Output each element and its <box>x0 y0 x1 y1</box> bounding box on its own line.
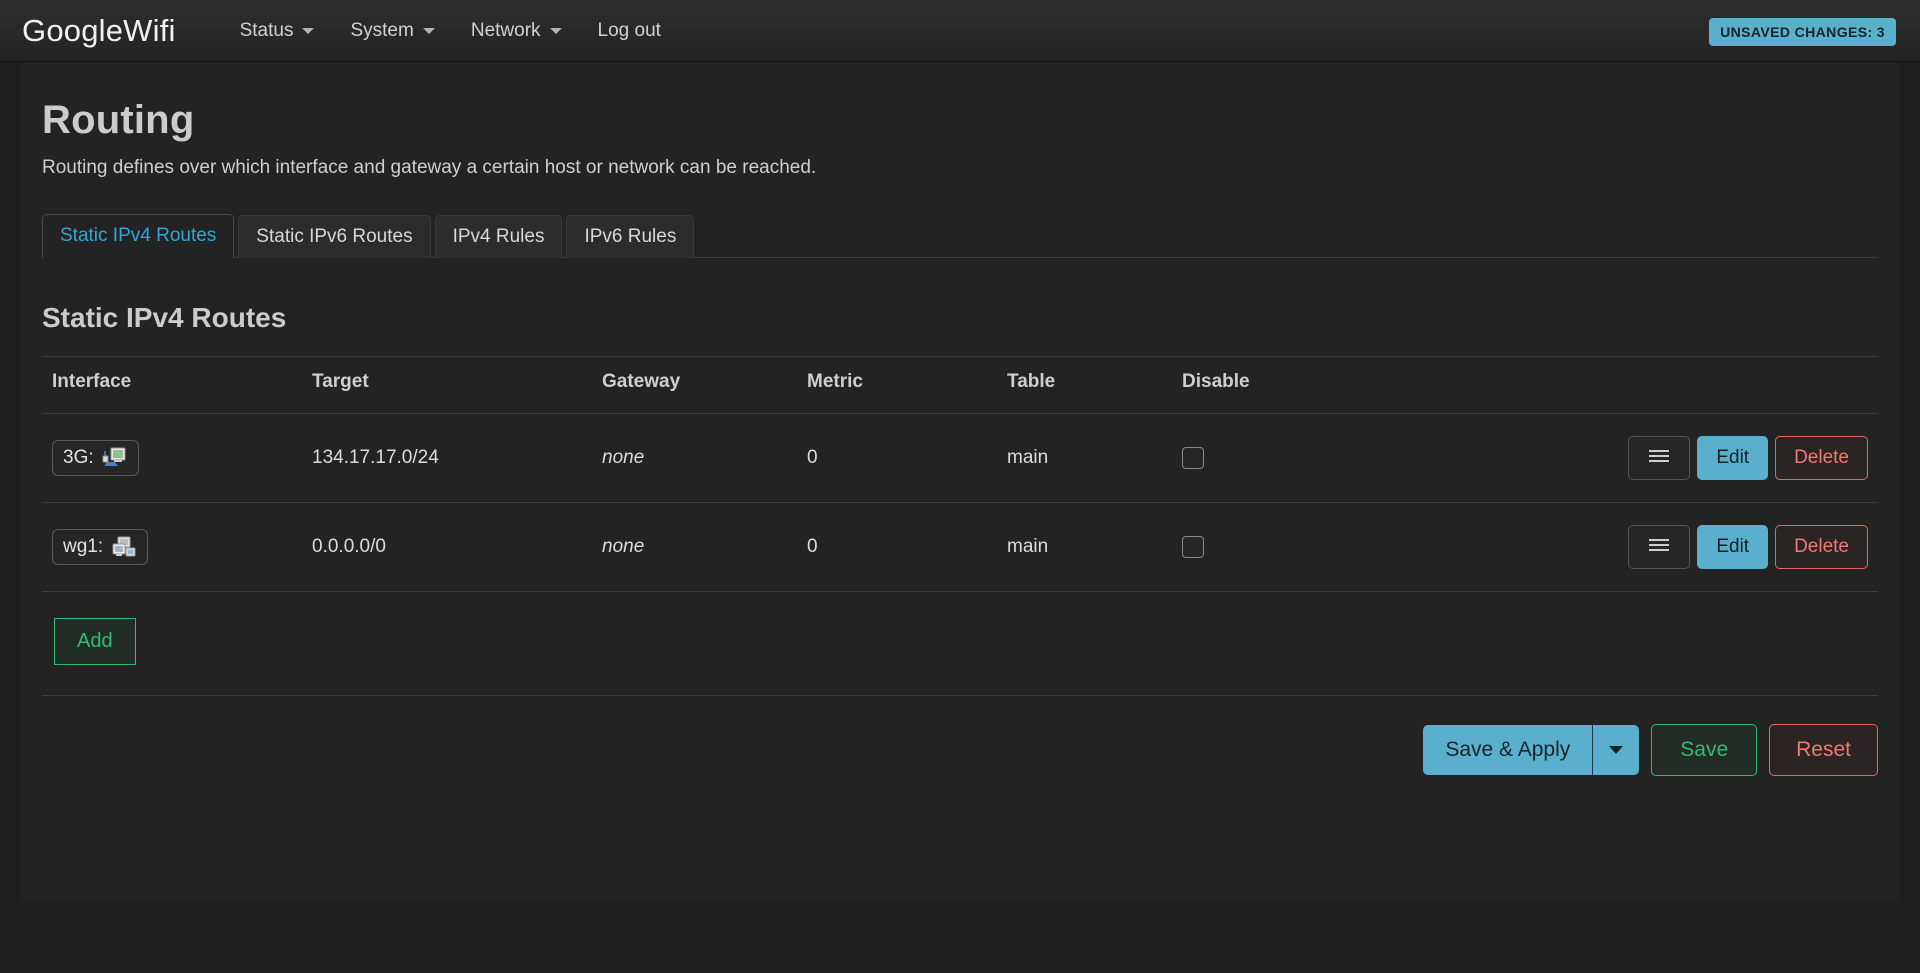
disable-checkbox[interactable] <box>1182 446 1204 469</box>
page-description: Routing defines over which interface and… <box>42 157 817 178</box>
table-row: 3G: 134.17.17.0/24 none 0 main Edit Dele… <box>42 413 1878 503</box>
nav-item-system-label: System <box>350 19 414 41</box>
nav-item-network[interactable]: Network <box>453 12 580 50</box>
cell-metric: 0 <box>797 413 997 503</box>
hamburger-icon <box>1649 538 1670 552</box>
nav-item-status-label: Status <box>239 19 294 41</box>
page-wrapper: Routing Routing defines over which inter… <box>0 62 1920 902</box>
table-row: wg1: 0.0.0.0/0 none 0 main Edit Delete <box>42 502 1878 592</box>
cell-gateway: none <box>592 502 797 592</box>
chevron-down-icon <box>422 27 435 34</box>
unsaved-changes-badge[interactable]: UNSAVED CHANGES: 3 <box>1709 18 1896 46</box>
cell-actions: Edit Delete <box>1412 413 1878 503</box>
interface-badge-label: 3G: <box>63 446 94 468</box>
disable-checkbox[interactable] <box>1182 535 1204 558</box>
row-actions: Edit Delete <box>1628 436 1868 480</box>
tunnel-interface-icon <box>111 536 137 558</box>
hamburger-icon <box>1649 450 1670 463</box>
nav-item-logout-label: Log out <box>597 19 661 41</box>
table-header-row: Interface Target Gateway Metric Table Di… <box>42 356 1878 414</box>
delete-button[interactable]: Delete <box>1775 524 1868 569</box>
row-actions: Edit Delete <box>1628 524 1868 569</box>
page-title: Routing <box>42 98 195 142</box>
save-and-apply-dropdown-button[interactable] <box>1593 724 1640 775</box>
cell-interface: 3G: <box>42 413 302 503</box>
interface-badge-label: wg1: <box>63 535 104 557</box>
cell-target: 0.0.0.0/0 <box>302 502 592 592</box>
save-button[interactable]: Save <box>1651 723 1758 776</box>
gateway-value: none <box>602 535 645 557</box>
tab-static-ipv4-routes[interactable]: Static IPv4 Routes <box>42 214 235 258</box>
nav-item-system[interactable]: System <box>332 12 452 50</box>
tab-ipv6-rules[interactable]: IPv6 Rules <box>566 215 695 258</box>
interface-badge-3g[interactable]: 3G: <box>52 439 139 476</box>
cell-metric: 0 <box>797 502 997 592</box>
top-navigation-bar: GoogleWifi Status System Network Log out… <box>0 0 1920 62</box>
tab-ipv4-rules[interactable]: IPv4 Rules <box>434 215 563 258</box>
column-header-metric: Metric <box>797 356 997 414</box>
column-header-target: Target <box>302 356 592 414</box>
save-and-apply-split-button: Save & Apply <box>1423 724 1640 775</box>
tab-bar: Static IPv4 Routes Static IPv6 Routes IP… <box>42 213 1878 258</box>
column-header-gateway: Gateway <box>592 356 797 414</box>
save-and-apply-button[interactable]: Save & Apply <box>1423 724 1594 775</box>
cell-interface: wg1: <box>42 502 302 592</box>
cell-routing-table: main <box>997 502 1172 592</box>
interface-badge-wg1[interactable]: wg1: <box>52 528 149 565</box>
table-body: 3G: 134.17.17.0/24 none 0 main Edit Dele… <box>42 413 1878 592</box>
cell-gateway: none <box>592 413 797 503</box>
cell-disable <box>1172 502 1412 592</box>
reset-button[interactable]: Reset <box>1769 723 1878 776</box>
nav-item-network-label: Network <box>470 19 541 41</box>
content-card: Routing Routing defines over which inter… <box>20 62 1900 902</box>
table-head: Interface Target Gateway Metric Table Di… <box>42 356 1878 414</box>
cell-actions: Edit Delete <box>1412 502 1878 592</box>
section-title: Static IPv4 Routes <box>42 302 287 333</box>
reorder-handle-button[interactable] <box>1628 524 1691 569</box>
column-header-disable: Disable <box>1172 356 1412 414</box>
brand-logo[interactable]: GoogleWifi <box>22 13 176 49</box>
cell-target: 134.17.17.0/24 <box>302 413 592 503</box>
cell-disable <box>1172 413 1412 503</box>
tab-static-ipv6-routes[interactable]: Static IPv6 Routes <box>238 215 431 258</box>
static-ipv4-routes-table: Interface Target Gateway Metric Table Di… <box>42 356 1878 592</box>
chevron-down-icon <box>302 27 315 34</box>
nav-item-logout[interactable]: Log out <box>580 12 679 50</box>
column-header-interface: Interface <box>42 356 302 414</box>
edit-button[interactable]: Edit <box>1697 436 1769 480</box>
column-header-actions <box>1412 356 1878 414</box>
modem-3g-icon <box>102 447 128 469</box>
cell-routing-table: main <box>997 413 1172 503</box>
delete-button[interactable]: Delete <box>1775 436 1868 480</box>
nav-menu: Status System Network Log out <box>222 12 679 50</box>
edit-button[interactable]: Edit <box>1697 524 1769 569</box>
reorder-handle-button[interactable] <box>1628 436 1691 480</box>
nav-item-status[interactable]: Status <box>222 12 333 50</box>
column-header-table: Table <box>997 356 1172 414</box>
form-footer: Save & Apply Save Reset <box>42 694 1878 810</box>
add-route-button[interactable]: Add <box>54 617 136 665</box>
chevron-down-icon <box>1609 745 1624 754</box>
gateway-value: none <box>602 446 645 468</box>
chevron-down-icon <box>549 27 562 34</box>
